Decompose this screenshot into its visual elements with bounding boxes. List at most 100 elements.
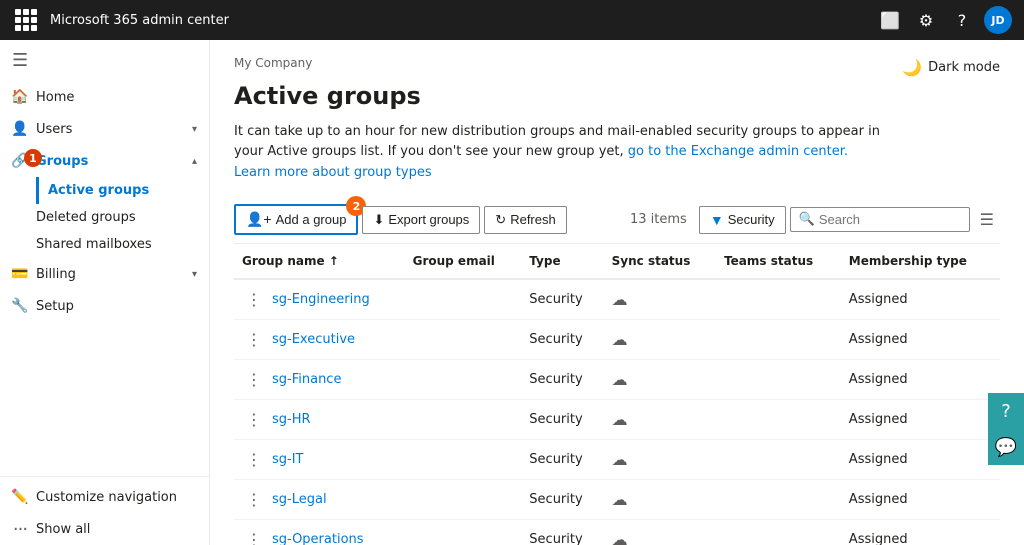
cell-teams <box>716 320 841 360</box>
add-group-button[interactable]: 👤+ Add a group <box>234 204 358 235</box>
setup-icon: 🔧 <box>12 298 28 314</box>
col-sync-status: Sync status <box>604 244 716 279</box>
sidebar-item-groups[interactable]: 🔗 Groups ▴ 1 <box>0 145 209 177</box>
cell-sync: ☁ <box>604 279 716 320</box>
table-row[interactable]: ⋮ sg-HR Security ☁ Assigned <box>234 400 1000 440</box>
group-name-link[interactable]: sg-Legal <box>272 492 327 507</box>
show-all-icon: ··· <box>12 521 28 537</box>
table-row[interactable]: ⋮ sg-Legal Security ☁ Assigned <box>234 480 1000 520</box>
group-name-link[interactable]: sg-Finance <box>272 372 341 387</box>
avatar[interactable]: JD <box>984 6 1012 34</box>
hamburger-menu[interactable]: ☰ <box>0 40 209 81</box>
app-title: Microsoft 365 admin center <box>50 13 866 28</box>
cell-sync: ☁ <box>604 480 716 520</box>
row-menu-icon[interactable]: ⋮ <box>242 370 266 389</box>
float-chat-button[interactable]: 💬 <box>988 429 1024 465</box>
gear-icon[interactable]: ⚙ <box>912 6 940 34</box>
cell-type: Security <box>521 400 603 440</box>
exchange-link[interactable]: go to the Exchange admin center. <box>628 144 848 159</box>
dark-mode-button[interactable]: 🌙 Dark mode <box>902 58 1000 77</box>
sync-icon: ☁ <box>612 290 628 309</box>
sidebar-item-setup[interactable]: 🔧 Setup <box>0 290 209 322</box>
group-name-link[interactable]: sg-Engineering <box>272 292 370 307</box>
dark-mode-icon: 🌙 <box>902 58 922 77</box>
learn-more-link[interactable]: Learn more about group types <box>234 165 432 180</box>
add-group-icon: 👤+ <box>246 211 272 228</box>
help-icon[interactable]: ? <box>948 6 976 34</box>
group-name-link[interactable]: sg-Executive <box>272 332 355 347</box>
sidebar-item-active-groups[interactable]: Active groups <box>36 177 209 204</box>
topbar: Microsoft 365 admin center ⬜ ⚙ ? JD <box>0 0 1024 40</box>
row-menu-icon[interactable]: ⋮ <box>242 290 266 309</box>
cell-teams <box>716 520 841 545</box>
dark-mode-label: Dark mode <box>928 60 1000 75</box>
cell-email <box>405 520 522 545</box>
search-input[interactable] <box>819 212 961 227</box>
row-menu-icon[interactable]: ⋮ <box>242 490 266 509</box>
col-group-name[interactable]: Group name ↑ <box>234 244 405 279</box>
cell-email <box>405 320 522 360</box>
users-chevron: ▾ <box>192 124 197 135</box>
table-row[interactable]: ⋮ sg-Operations Security ☁ Assigned <box>234 520 1000 545</box>
cell-teams <box>716 480 841 520</box>
monitor-icon[interactable]: ⬜ <box>876 6 904 34</box>
row-menu-icon[interactable]: ⋮ <box>242 330 266 349</box>
float-help-icon: ? <box>1001 401 1011 422</box>
view-options-icon[interactable]: ☰ <box>974 206 1000 233</box>
floating-buttons: ? 💬 <box>988 393 1024 465</box>
row-menu-icon[interactable]: ⋮ <box>242 410 266 429</box>
sidebar-item-billing[interactable]: 💳 Billing ▾ <box>0 258 209 290</box>
cell-membership: Assigned <box>841 320 1000 360</box>
sidebar-item-home[interactable]: 🏠 Home <box>0 81 209 113</box>
toolbar: 👤+ Add a group 2 ⬇ Export groups ↻ Refre… <box>234 196 1000 244</box>
filter-button[interactable]: ▼ Security <box>699 206 786 234</box>
cell-sync: ☁ <box>604 400 716 440</box>
cell-sync: ☁ <box>604 360 716 400</box>
groups-badge: 1 <box>24 149 42 167</box>
float-help-button[interactable]: ? <box>988 393 1024 429</box>
cell-type: Security <box>521 360 603 400</box>
group-name-link[interactable]: sg-IT <box>272 452 304 467</box>
cell-type: Security <box>521 440 603 480</box>
sync-icon: ☁ <box>612 410 628 429</box>
table-row[interactable]: ⋮ sg-Executive Security ☁ Assigned <box>234 320 1000 360</box>
refresh-button[interactable]: ↻ Refresh <box>484 206 566 234</box>
groups-submenu: Active groups Deleted groups Shared mail… <box>0 177 209 258</box>
sidebar-item-shared-mailboxes[interactable]: Shared mailboxes <box>36 231 209 258</box>
sidebar-item-deleted-groups[interactable]: Deleted groups <box>36 204 209 231</box>
groups-chevron: ▴ <box>192 156 197 167</box>
row-menu-icon[interactable]: ⋮ <box>242 530 266 545</box>
group-name-link[interactable]: sg-HR <box>272 412 311 427</box>
cell-type: Security <box>521 279 603 320</box>
sidebar-item-show-all[interactable]: ··· Show all <box>0 513 209 545</box>
search-icon: 🔍 <box>799 212 815 227</box>
search-box: 🔍 <box>790 207 970 232</box>
sidebar-item-users[interactable]: 👤 Users ▾ <box>0 113 209 145</box>
groups-table: Group name ↑ Group email Type Sync statu… <box>234 244 1000 545</box>
sync-icon: ☁ <box>612 530 628 545</box>
info-text: It can take up to an hour for new distri… <box>234 122 1000 161</box>
cell-teams <box>716 360 841 400</box>
group-name-link[interactable]: sg-Operations <box>272 532 364 545</box>
main-content: My Company 🌙 Dark mode Active groups It … <box>210 40 1024 545</box>
col-type: Type <box>521 244 603 279</box>
row-menu-icon[interactable]: ⋮ <box>242 450 266 469</box>
cell-email <box>405 279 522 320</box>
col-group-email: Group email <box>405 244 522 279</box>
table-row[interactable]: ⋮ sg-Finance Security ☁ Assigned <box>234 360 1000 400</box>
sidebar-item-customize[interactable]: ✏️ Customize navigation <box>0 481 209 513</box>
col-membership-type: Membership type <box>841 244 1000 279</box>
cell-email <box>405 400 522 440</box>
table-row[interactable]: ⋮ sg-Engineering Security ☁ Assigned <box>234 279 1000 320</box>
cell-email <box>405 360 522 400</box>
waffle-menu[interactable] <box>12 6 40 34</box>
cell-membership: Assigned <box>841 440 1000 480</box>
home-icon: 🏠 <box>12 89 28 105</box>
sync-icon: ☁ <box>612 370 628 389</box>
sync-icon: ☁ <box>612 490 628 509</box>
cell-group-name: ⋮ sg-Finance <box>234 360 405 400</box>
export-groups-button[interactable]: ⬇ Export groups <box>362 206 480 234</box>
cell-teams <box>716 400 841 440</box>
table-row[interactable]: ⋮ sg-IT Security ☁ Assigned <box>234 440 1000 480</box>
cell-group-name: ⋮ sg-Executive <box>234 320 405 360</box>
